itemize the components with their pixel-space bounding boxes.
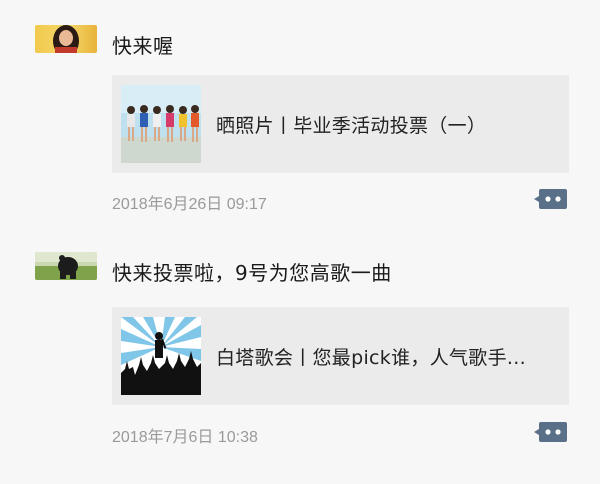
avatar[interactable] <box>35 252 97 280</box>
post-timestamp: 2018年7月6日 10:38 <box>112 429 258 446</box>
link-card[interactable]: 白塔歌会丨您最pick谁，人气歌手... <box>112 307 569 405</box>
comment-dots-icon <box>534 422 567 442</box>
comment-button[interactable] <box>533 421 567 443</box>
concert-poster-image <box>121 317 201 395</box>
post-text: 快来投票啦，9号为您高歌一曲 <box>112 261 392 285</box>
group-photo-image <box>121 85 201 163</box>
card-title: 白塔歌会丨您最pick谁，人气歌手... <box>216 347 526 369</box>
avatar-image <box>35 25 97 53</box>
post-text: 快来喔 <box>112 34 174 58</box>
card-title: 晒照片丨毕业季活动投票（一） <box>216 115 487 137</box>
card-thumbnail <box>121 85 201 163</box>
avatar-image <box>35 252 97 280</box>
card-thumbnail <box>121 317 201 395</box>
comment-dots-icon <box>534 189 567 209</box>
link-card[interactable]: 晒照片丨毕业季活动投票（一） <box>112 75 569 173</box>
comment-button[interactable] <box>533 188 567 210</box>
post-timestamp: 2018年6月26日 09:17 <box>112 196 267 213</box>
avatar[interactable] <box>35 25 97 53</box>
